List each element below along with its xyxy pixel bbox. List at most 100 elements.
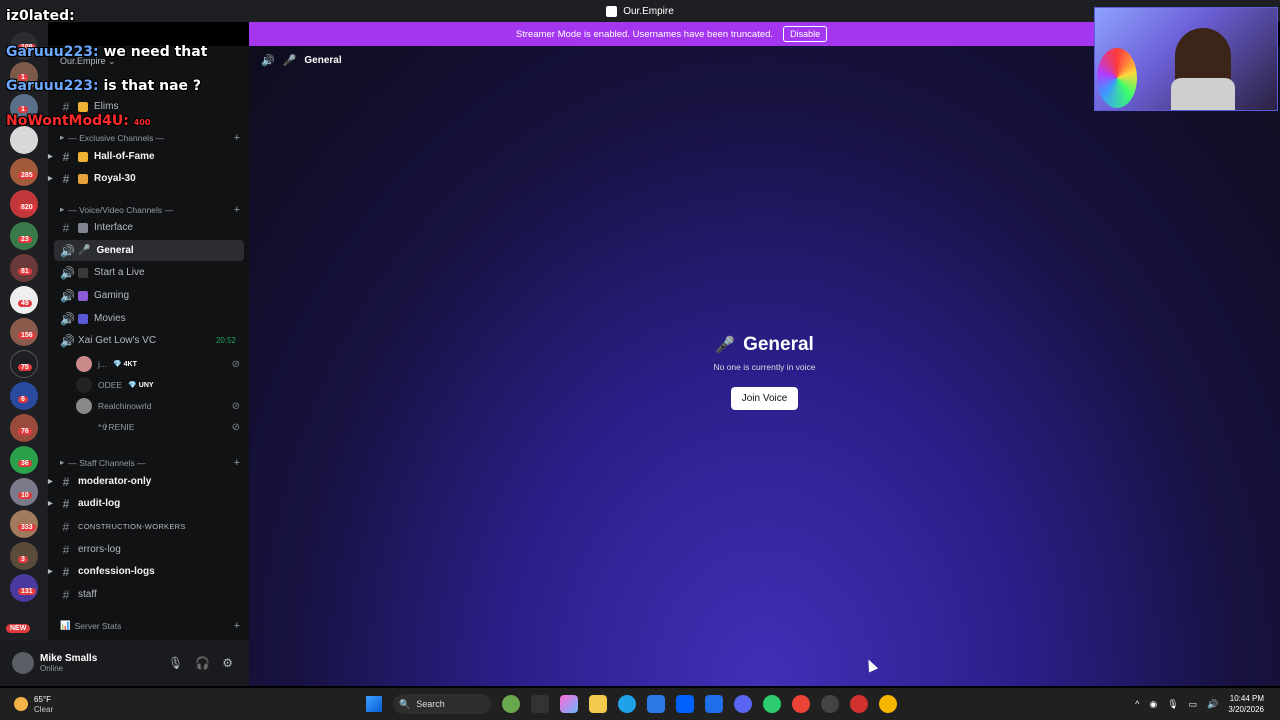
window-title: Our.Empire xyxy=(623,5,674,17)
disable-streamer-button[interactable]: Disable xyxy=(783,26,828,42)
chart-icon: 📊 xyxy=(60,620,71,630)
caret-icon: ▶ xyxy=(48,501,53,507)
channel-audit-log[interactable]: ▶ # audit-log xyxy=(48,493,244,514)
obs-icon[interactable] xyxy=(821,695,839,713)
caret-icon: ▶ xyxy=(48,176,53,182)
server-badge: 131 xyxy=(18,588,36,595)
wifi-icon[interactable]: ▭ xyxy=(1189,699,1198,710)
caret-icon: ▸ xyxy=(60,132,65,142)
task-view-icon[interactable] xyxy=(531,695,549,713)
volume-icon[interactable]: 🔊 xyxy=(1207,699,1218,710)
microphone-icon[interactable]: 🎙 xyxy=(1167,699,1178,710)
streamer-shirt xyxy=(1171,78,1235,110)
server-badge: 49 xyxy=(18,300,32,307)
headphones-icon[interactable]: 🎧 xyxy=(195,656,210,670)
chrome-icon[interactable] xyxy=(792,695,810,713)
speaker-icon: 🔊 xyxy=(60,288,75,303)
emoji-icon xyxy=(78,101,88,112)
channel-staff[interactable]: # staff xyxy=(54,584,244,605)
avatar[interactable] xyxy=(12,652,34,674)
server-badge: 333 xyxy=(18,524,36,531)
widgets-icon[interactable] xyxy=(502,695,520,713)
streamer-mode-banner: Streamer Mode is enabled. Usernames have… xyxy=(249,22,1094,46)
network-icon[interactable]: ◉ xyxy=(1149,699,1157,710)
channel-movies[interactable]: 🔊 Movies xyxy=(54,308,244,329)
vscode-icon[interactable] xyxy=(705,695,723,713)
server-badge: 1 xyxy=(18,106,28,113)
channel-construction-workers[interactable]: # CONSTRUCTION-WORKERS xyxy=(54,516,244,537)
copilot-icon[interactable] xyxy=(560,695,578,713)
voice-channel-view: 🔊 🎤 General 🎤 General No one is currentl… xyxy=(249,46,1280,686)
channel-header: 🔊 🎤 General xyxy=(261,54,342,67)
join-voice-button[interactable]: Join Voice xyxy=(730,387,799,410)
app-icon[interactable] xyxy=(850,695,868,713)
app-icon[interactable] xyxy=(763,695,781,713)
add-channel-icon[interactable]: + xyxy=(234,457,240,469)
channel-interface[interactable]: # Interface xyxy=(54,217,244,238)
windows-taskbar: 65°F Clear 🔍 Search ^ ◉ 🎙 ▭ 🔊 10:44 PM 3 xyxy=(0,688,1280,720)
hash-icon: # xyxy=(62,474,70,489)
vc-user[interactable]: ODEE 💎 UNY xyxy=(76,376,246,394)
chat-message: iz0lated: xyxy=(6,8,75,24)
gear-icon[interactable]: ⚙ xyxy=(222,656,233,670)
streamer-message: Streamer Mode is enabled. Usernames have… xyxy=(515,28,774,40)
avatar xyxy=(76,356,92,372)
clock[interactable]: 10:44 PM 3/20/2026 xyxy=(1228,693,1264,715)
discord-app-icon xyxy=(606,5,618,17)
category-server-stats[interactable]: 📊 Server Stats + xyxy=(60,620,240,632)
windows-start-icon[interactable] xyxy=(366,696,382,712)
category-staff[interactable]: ▸ — Staff Channels — + xyxy=(60,457,240,469)
user-tag: 💎 4KT xyxy=(112,361,137,368)
channel-confession-logs[interactable]: ▶ # confession-logs xyxy=(48,561,244,582)
avatar xyxy=(76,398,92,414)
chevron-up-icon[interactable]: ^ xyxy=(1135,699,1139,709)
taskbar-search[interactable]: 🔍 Search xyxy=(393,694,491,714)
speaker-icon: 🔊 xyxy=(60,243,75,258)
channel-moderator-only[interactable]: ▶ # moderator-only xyxy=(48,471,244,492)
category-voice[interactable]: ▸ — Voice/Video Channels — + xyxy=(60,204,240,216)
store-icon[interactable] xyxy=(647,695,665,713)
user-panel: Mike Smalls Online 🎙 🎧 ⚙ xyxy=(0,640,249,686)
vc-user[interactable]: j... 💎 4KT ⊘ xyxy=(76,355,246,373)
add-channel-icon[interactable]: + xyxy=(234,132,240,144)
speaker-icon: 🔊 xyxy=(60,333,75,348)
edge-icon[interactable] xyxy=(618,695,636,713)
channel-sidebar: Our.Empire ⌄ # Elims ▸ — Exclusive Chann… xyxy=(48,46,249,686)
add-channel-icon[interactable]: + xyxy=(234,204,240,216)
hash-icon: # xyxy=(62,496,70,511)
keyboard-icon xyxy=(78,222,88,233)
file-explorer-icon[interactable] xyxy=(589,695,607,713)
server-badge: 10 xyxy=(18,492,32,499)
server-badge: 76 xyxy=(18,428,32,435)
server-badge: 36 xyxy=(18,460,32,467)
channel-hall-of-fame[interactable]: ▶ # Hall-of-Fame xyxy=(48,146,244,167)
channel-start-a-live[interactable]: 🔊 Start a Live xyxy=(54,262,244,283)
channel-general[interactable]: 🔊 🎤 General xyxy=(54,240,244,261)
speaker-icon: 🔊 xyxy=(60,311,75,326)
server-icon-active[interactable] xyxy=(10,126,38,154)
vc-user[interactable]: *✞RENIE ⊘ xyxy=(76,418,246,436)
chrome-icon[interactable] xyxy=(879,695,897,713)
hash-icon: # xyxy=(62,99,70,114)
avatar xyxy=(76,419,92,435)
add-channel-icon[interactable]: + xyxy=(234,620,240,632)
server-badge: 6 xyxy=(18,396,28,403)
muted-icon: ⊘ xyxy=(231,358,240,370)
moon-icon xyxy=(14,697,28,711)
channel-gaming[interactable]: 🔊 Gaming xyxy=(54,285,244,306)
discord-icon[interactable] xyxy=(734,695,752,713)
system-tray: ^ ◉ 🎙 ▭ 🔊 10:44 PM 3/20/2026 xyxy=(1135,693,1264,715)
microphone-icon[interactable]: 🎙 xyxy=(168,656,183,670)
vc-user[interactable]: Realchinowrld ⊘ xyxy=(76,397,246,415)
chat-message: Garuuu223: is that nae ? xyxy=(6,78,202,94)
channel-royal-30[interactable]: ▶ # Royal-30 xyxy=(48,168,244,189)
weather-widget[interactable]: 65°F Clear xyxy=(14,695,53,714)
dropbox-icon[interactable] xyxy=(676,695,694,713)
muted-icon: ⊘ xyxy=(231,421,240,433)
hash-icon: # xyxy=(62,519,70,534)
channel-xai-vc[interactable]: 🔊 Xai Get Low's VC 20:52 xyxy=(54,330,244,351)
crown-icon xyxy=(78,173,88,184)
server-badge: 285 xyxy=(18,172,36,179)
channel-errors-log[interactable]: # errors-log xyxy=(54,539,244,560)
category-exclusive[interactable]: ▸ — Exclusive Channels — + xyxy=(60,132,240,144)
